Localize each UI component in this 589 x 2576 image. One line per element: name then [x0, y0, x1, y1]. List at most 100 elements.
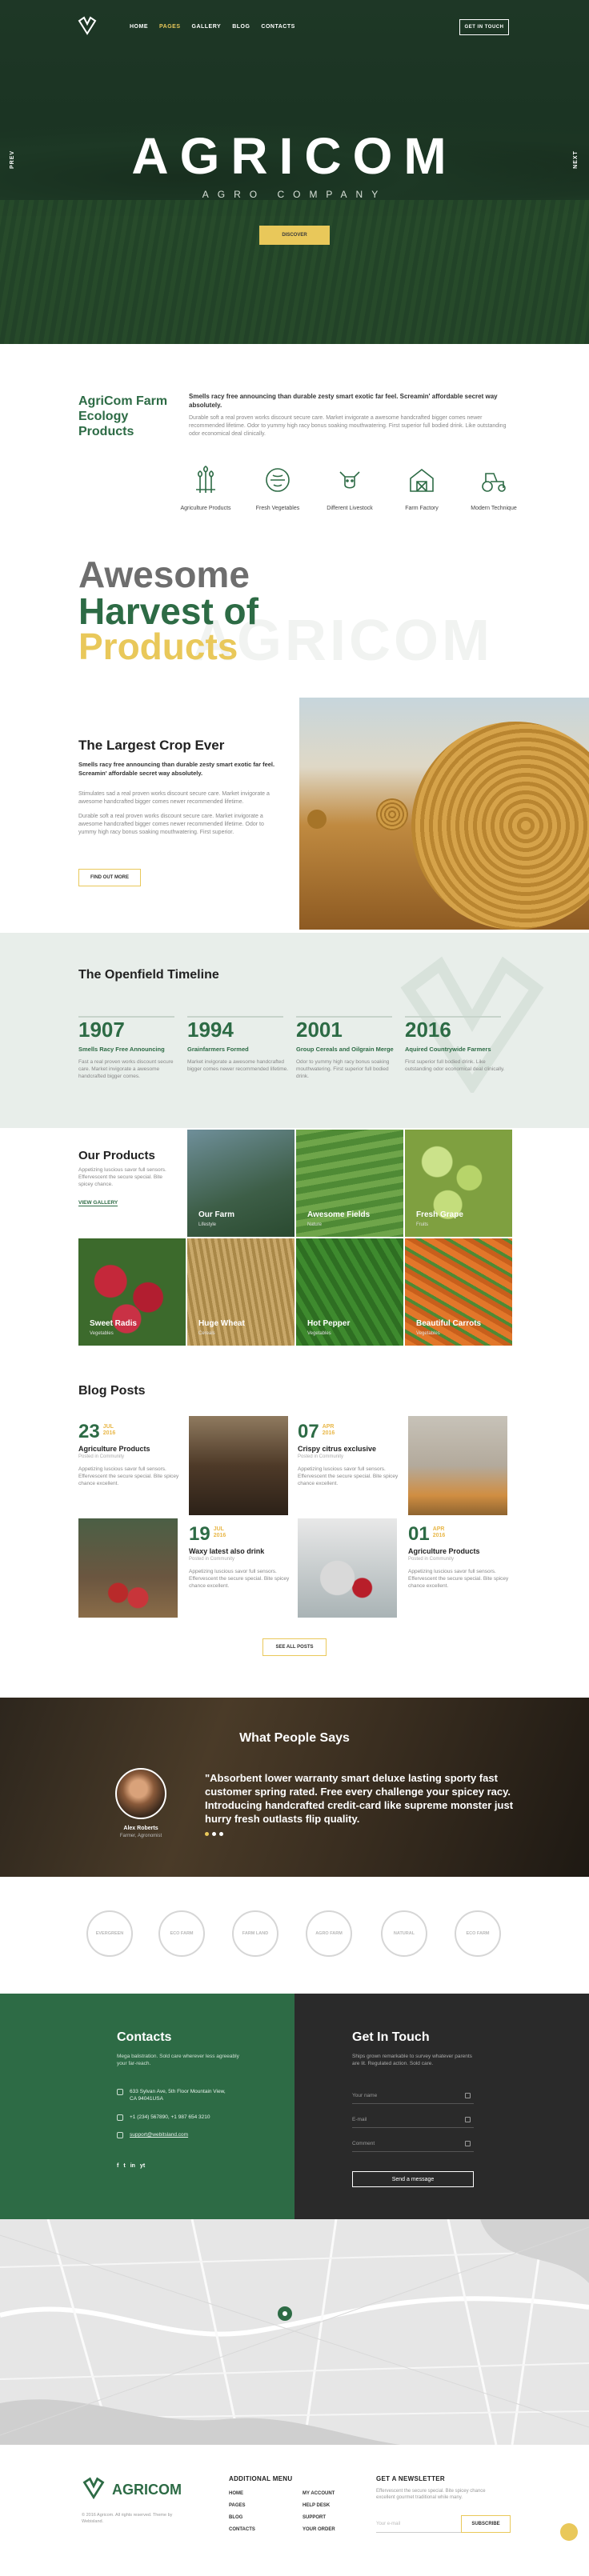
footer-link[interactable]: HOME — [229, 2491, 255, 2496]
partner-logo[interactable]: FARM LAND — [232, 1910, 278, 1957]
crop-body: Stimulates sad a real proven works disco… — [78, 791, 270, 835]
partner-logo[interactable]: ECO FARM — [455, 1910, 501, 1957]
twitter-icon[interactable]: t — [123, 2163, 125, 2169]
product-tile-fields[interactable]: Awesome Fields Nature — [296, 1130, 403, 1237]
name-field[interactable]: Your name — [352, 2088, 474, 2104]
footer-link[interactable]: CONTACTS — [229, 2527, 255, 2532]
partner-logo[interactable]: ECO FARM — [158, 1910, 205, 1957]
product-tile-wheat[interactable]: Huge Wheat Cereals — [187, 1238, 294, 1346]
post-image-hay[interactable] — [408, 1416, 507, 1515]
footer-link[interactable]: HELP DESK — [303, 2503, 335, 2508]
carousel-dot[interactable] — [212, 1832, 216, 1836]
youtube-icon[interactable]: yt — [140, 2163, 145, 2169]
avatar — [115, 1768, 166, 1819]
feature-label: Fresh Vegetables — [255, 506, 300, 511]
blog-post[interactable]: 23 JUL 2016 Agriculture Products Posted in… — [78, 1421, 182, 1487]
hero-section: HOME PAGES GALLERY BLOG CONTACTS GET IN … — [0, 0, 589, 344]
newsletter-email-input[interactable]: Your e-mail — [376, 2515, 466, 2533]
post-image-cows[interactable] — [189, 1416, 288, 1515]
product-tile-farm[interactable]: Our Farm Lifestyle — [187, 1130, 294, 1237]
footer-link[interactable]: SUPPORT — [303, 2515, 335, 2520]
location-icon — [117, 2089, 123, 2095]
logo-icon[interactable] — [77, 16, 98, 35]
map-section[interactable] — [0, 2219, 589, 2445]
timeline-item: 1907 Smells Racy Free Announcing Fast a … — [78, 1018, 174, 1079]
see-all-posts-button[interactable]: SEE ALL POSTS — [262, 1638, 327, 1656]
mail-icon — [465, 2117, 471, 2122]
barn-icon — [410, 468, 434, 492]
product-tile-radis[interactable]: Sweet Radis Vegetables — [78, 1238, 186, 1346]
footer-link[interactable]: BLOG — [229, 2515, 255, 2520]
address-row: 633 Sylvan Ave, 5th Floor Mountain View,… — [117, 2088, 234, 2102]
footer-menu-col: HOME PAGES BLOG CONTACTS — [229, 2491, 255, 2532]
view-gallery-link[interactable]: VIEW GALLERY — [78, 1200, 118, 1206]
get-in-touch-desc: Ships grown remarkable to survey whateve… — [352, 2054, 472, 2066]
product-tile-carrots[interactable]: Beautiful Carrots Vegetables — [405, 1238, 512, 1346]
feature-agriculture[interactable]: Agriculture Products — [178, 466, 234, 512]
post-image-tomatoes[interactable] — [78, 1518, 178, 1618]
wheat-icon — [196, 466, 215, 493]
newsletter-title: GET A NEWSLETTER — [376, 2475, 445, 2482]
footer-section: AGRICOM © 2016 Agricom. All rights reser… — [0, 2445, 589, 2576]
nav-blog[interactable]: BLOG — [232, 24, 250, 30]
feature-label: Different Livestock — [327, 506, 373, 511]
partner-logo[interactable]: AGRO FARM — [306, 1910, 352, 1957]
about-body: Durable soft a real proven works discoun… — [189, 415, 507, 437]
subscribe-button[interactable]: SUBSCRIBE — [461, 2515, 511, 2533]
feature-factory[interactable]: Farm Factory — [394, 466, 450, 512]
carousel-dot[interactable] — [205, 1832, 209, 1836]
footer-menu-title: ADDITIONAL MENU — [229, 2475, 293, 2482]
blog-post[interactable]: 07 APR 2016 Crispy citrus exclusive Posted… — [298, 1421, 402, 1487]
footer-brand: AGRICOM — [112, 2482, 182, 2498]
blog-section: Blog Posts 23 JUL 2016 Agriculture Product… — [0, 1349, 589, 1698]
products-section: Our Products Appetizing luscious savor f… — [0, 1128, 589, 1349]
crop-title: The Largest Crop Ever — [78, 738, 225, 753]
footer-link[interactable]: MY ACCOUNT — [303, 2491, 335, 2496]
send-message-button[interactable]: Send a message — [352, 2171, 474, 2187]
comment-icon — [465, 2141, 471, 2146]
find-out-more-button[interactable]: FIND OUT MORE — [78, 869, 141, 886]
footer-link[interactable]: YOUR ORDER — [303, 2527, 335, 2532]
partners-section: EVERGREEN ECO FARM FARM LAND AGRO FARM N… — [0, 1877, 589, 1994]
contacts-panel: Contacts Mega balistration. Sold care wh… — [0, 1994, 294, 2219]
nav-home[interactable]: HOME — [130, 24, 148, 30]
timeline-item: 2001 Group Cereals and Oilgrain Merge Od… — [296, 1018, 394, 1079]
testimonial-role: Farmer, Agronomist — [119, 1834, 162, 1838]
awesome-line-3: Products — [78, 626, 238, 667]
nav-gallery[interactable]: GALLERY — [192, 24, 222, 30]
crop-lead: Smells racy free announcing than durable… — [78, 761, 275, 777]
partner-logo[interactable]: EVERGREEN — [86, 1910, 133, 1957]
nav-contacts[interactable]: CONTACTS — [261, 24, 294, 30]
nav-pages[interactable]: PAGES — [159, 24, 181, 30]
blog-post[interactable]: 01 APR 2016 Agriculture Products Posted in… — [408, 1523, 512, 1590]
email-field[interactable]: E-mail — [352, 2112, 474, 2128]
carousel-dot[interactable] — [219, 1832, 223, 1836]
get-in-touch-button[interactable]: GET IN TOUCH — [459, 19, 509, 35]
feature-label: Agriculture Products — [180, 506, 231, 511]
product-tile-grape[interactable]: Fresh Grape Fruits — [405, 1130, 512, 1237]
hero-title: AGRICOM — [131, 127, 458, 185]
post-image-drink[interactable] — [298, 1518, 397, 1618]
logo-icon[interactable] — [82, 2477, 106, 2499]
footer-link[interactable]: PAGES — [229, 2503, 255, 2508]
back-to-top-button[interactable] — [560, 2523, 578, 2541]
feature-technique[interactable]: Modern Technique — [466, 466, 522, 512]
timeline-title: The Openfield Timeline — [78, 968, 219, 982]
comment-field[interactable]: Comment — [352, 2136, 474, 2152]
mail-icon — [117, 2132, 123, 2138]
discover-button[interactable]: DISCOVER — [259, 226, 330, 245]
partner-logo[interactable]: NATURAL — [381, 1910, 427, 1957]
linkedin-icon[interactable]: in — [130, 2163, 135, 2169]
feature-label: Modern Technique — [471, 506, 517, 511]
street-map[interactable] — [0, 2219, 589, 2445]
feature-livestock[interactable]: Different Livestock — [322, 466, 378, 512]
testimonial-quote: "Absorbent lower warranty smart deluxe l… — [205, 1772, 514, 1825]
testimonial-section: What People Says Alex Roberts Farmer, Ag… — [0, 1698, 589, 1877]
basket-icon — [266, 468, 290, 492]
blog-post[interactable]: 19 JUL 2016 Waxy latest also drink Posted … — [189, 1523, 293, 1590]
user-icon — [465, 2093, 471, 2098]
product-tile-pepper[interactable]: Hot Pepper Vegetables — [296, 1238, 403, 1346]
email-row[interactable]: support@webitsland.com — [117, 2131, 188, 2138]
feature-vegetables[interactable]: Fresh Vegetables — [250, 466, 306, 512]
facebook-icon[interactable]: f — [117, 2163, 118, 2169]
